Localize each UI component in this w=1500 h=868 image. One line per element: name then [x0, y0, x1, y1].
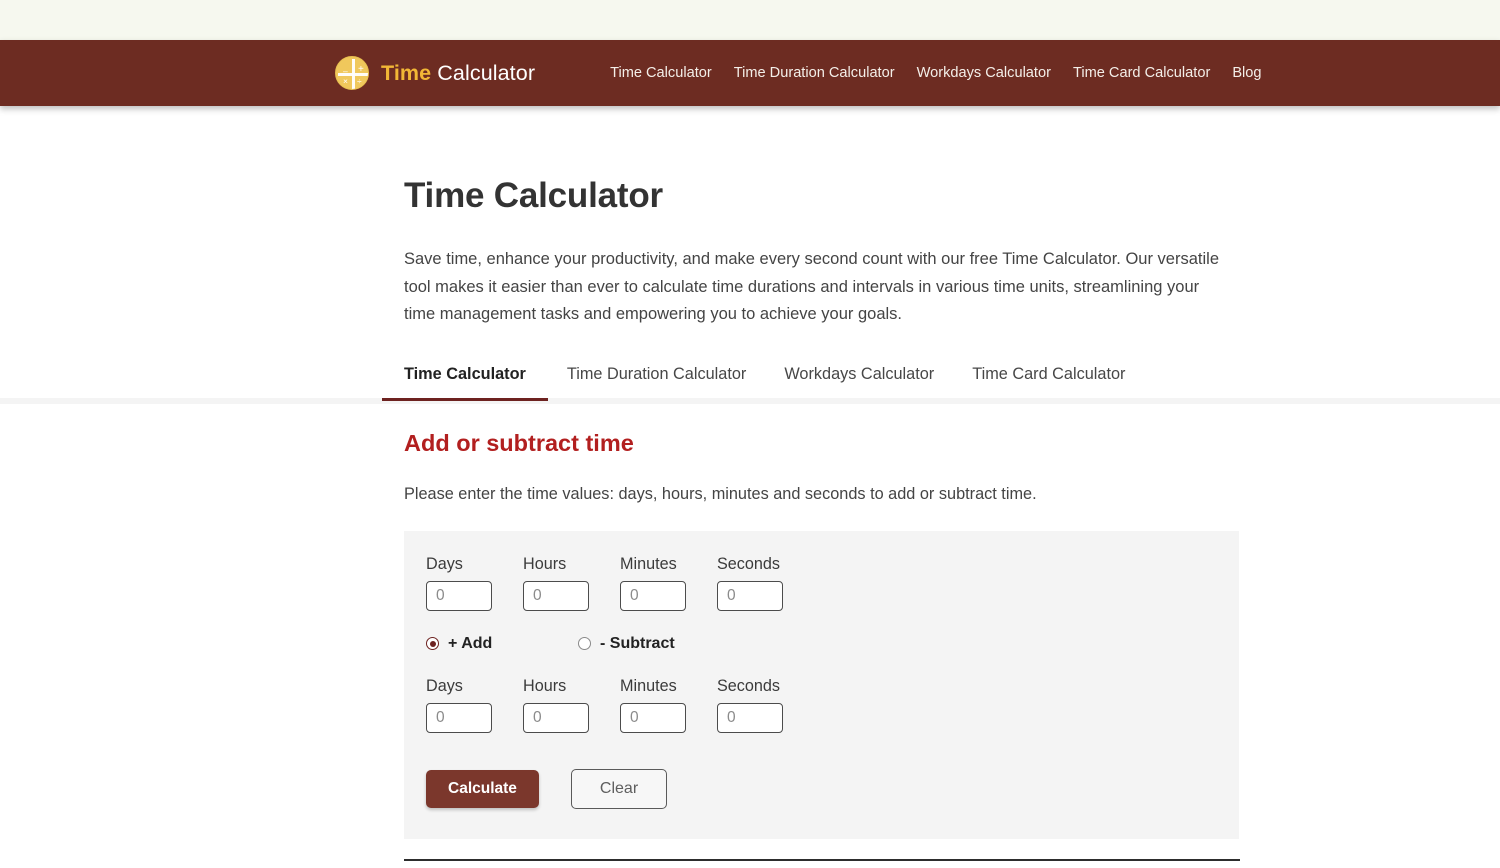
- top-strip: [0, 0, 1500, 40]
- input-hours-2[interactable]: [523, 702, 589, 733]
- radio-mark-add[interactable]: [426, 637, 439, 650]
- minus-glyph: –: [343, 66, 348, 76]
- tab-time-duration-calculator[interactable]: Time Duration Calculator: [548, 365, 765, 401]
- tab-workdays-calculator[interactable]: Workdays Calculator: [765, 365, 953, 401]
- tabbar: Time Calculator Time Duration Calculator…: [382, 365, 1240, 401]
- button-row: Calculate Clear: [426, 768, 1217, 809]
- field-seconds-2: Seconds: [717, 677, 814, 733]
- input-minutes-1[interactable]: [620, 580, 686, 611]
- label-minutes-2: Minutes: [620, 676, 677, 695]
- label-hours-2: Hours: [523, 676, 567, 695]
- input-days-1[interactable]: [426, 580, 492, 611]
- field-days-2: Days: [426, 677, 523, 733]
- page-intro-paragraph: Save time, enhance your productivity, an…: [404, 250, 1220, 323]
- site-header: – + × ÷ Time Calculator Time Calculator …: [0, 40, 1500, 106]
- time-input-row-first: Days Hours Minutes Seconds: [426, 555, 1217, 611]
- page-content: Time Calculator Save time, enhance your …: [0, 106, 1500, 861]
- field-minutes-1: Minutes: [620, 555, 717, 611]
- calculator-panel: Days Hours Minutes Seconds: [404, 530, 1239, 839]
- clear-button[interactable]: Clear: [570, 768, 668, 809]
- nav-item-time-card-calculator[interactable]: Time Card Calculator: [1062, 65, 1221, 81]
- section-title: Add or subtract time: [404, 429, 634, 456]
- input-seconds-2[interactable]: [717, 702, 783, 733]
- brand-word-calculator: Calculator: [437, 60, 536, 85]
- label-seconds-1: Seconds: [717, 554, 780, 573]
- label-days-1: Days: [426, 554, 463, 573]
- operation-radio-group: + Add - Subtract: [426, 633, 1217, 655]
- section-description: Please enter the time values: days, hour…: [404, 484, 1037, 503]
- brand-logo-link[interactable]: – + × ÷ Time Calculator: [335, 56, 535, 90]
- input-days-2[interactable]: [426, 702, 492, 733]
- radio-option-add[interactable]: + Add: [426, 635, 578, 653]
- calculator-circle-icon: – + × ÷: [335, 56, 369, 90]
- tab-time-calculator[interactable]: Time Calculator: [382, 365, 548, 401]
- intro-container: Time Calculator Save time, enhance your …: [404, 106, 1240, 329]
- input-minutes-2[interactable]: [620, 702, 686, 733]
- radio-option-subtract[interactable]: - Subtract: [578, 635, 675, 653]
- nav-item-workdays-calculator[interactable]: Workdays Calculator: [906, 65, 1062, 81]
- nav-item-time-calculator[interactable]: Time Calculator: [599, 65, 723, 81]
- field-hours-2: Hours: [523, 677, 620, 733]
- calculate-button[interactable]: Calculate: [426, 769, 539, 808]
- field-seconds-1: Seconds: [717, 555, 814, 611]
- label-seconds-2: Seconds: [717, 676, 780, 695]
- label-days-2: Days: [426, 676, 463, 695]
- label-minutes-1: Minutes: [620, 554, 677, 573]
- times-glyph: ×: [343, 76, 348, 86]
- plus-glyph: +: [358, 64, 364, 75]
- bottom-divider: [404, 858, 1240, 861]
- input-hours-1[interactable]: [523, 580, 589, 611]
- brand-text: Time Calculator: [381, 61, 535, 86]
- calculator-container: Add or subtract time Please enter the ti…: [404, 404, 1240, 839]
- divide-glyph: ÷: [357, 76, 362, 86]
- field-hours-1: Hours: [523, 555, 620, 611]
- nav-item-blog[interactable]: Blog: [1221, 65, 1272, 81]
- label-hours-1: Hours: [523, 554, 567, 573]
- radio-mark-subtract[interactable]: [578, 637, 591, 650]
- input-seconds-1[interactable]: [717, 580, 783, 611]
- tabbar-wrap: Time Calculator Time Duration Calculator…: [0, 365, 1500, 404]
- main-nav: Time Calculator Time Duration Calculator…: [599, 65, 1272, 81]
- radio-label-subtract: - Subtract: [600, 634, 675, 652]
- nav-item-time-duration-calculator[interactable]: Time Duration Calculator: [723, 65, 906, 81]
- field-days-1: Days: [426, 555, 523, 611]
- radio-label-add: + Add: [448, 634, 493, 652]
- brand-word-time: Time: [381, 60, 432, 85]
- tab-time-card-calculator[interactable]: Time Card Calculator: [953, 365, 1144, 401]
- page-title: Time Calculator: [404, 176, 663, 215]
- field-minutes-2: Minutes: [620, 677, 717, 733]
- time-input-row-second: Days Hours Minutes Seconds: [426, 677, 1217, 733]
